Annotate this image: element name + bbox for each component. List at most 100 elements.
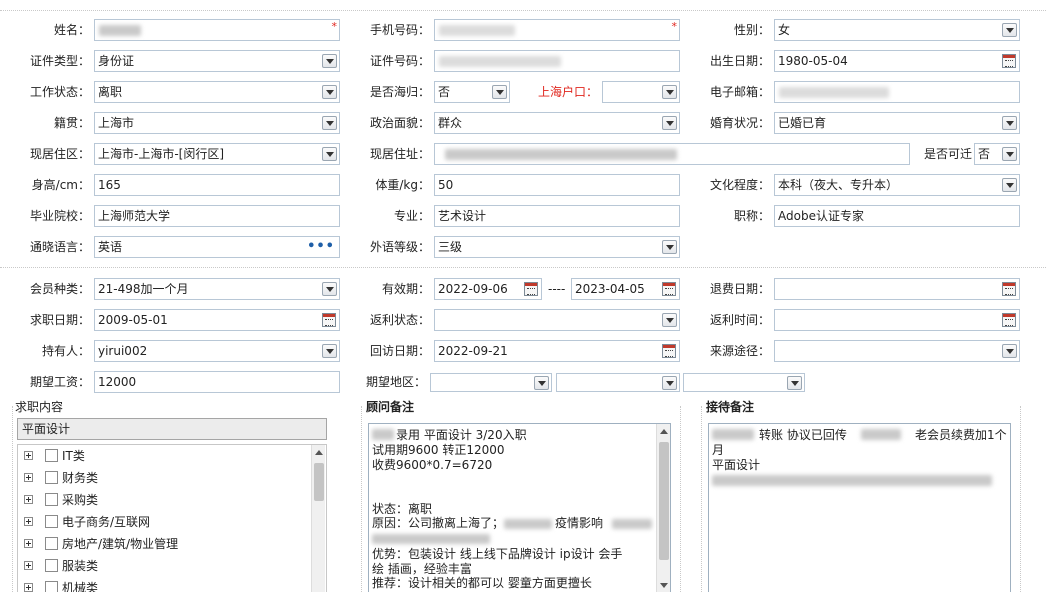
district-select[interactable]: 上海市-上海市-[闵行区] — [94, 143, 340, 165]
education-value: 本科（夜大、专升本） — [778, 178, 899, 192]
address-field[interactable] — [434, 143, 910, 165]
major-value: 艺术设计 — [438, 209, 487, 223]
expand-icon[interactable] — [24, 539, 33, 548]
title-field[interactable]: Adobe认证专家 — [774, 205, 1020, 227]
school-field[interactable]: 上海师范大学 — [94, 205, 340, 227]
rebate-time-label: 返利时间： — [709, 313, 770, 327]
reception-notes-textarea[interactable]: 转账 协议已回传 老会员续费加1个 月 平面设计 — [708, 423, 1011, 592]
checkbox[interactable] — [45, 537, 58, 550]
visit-date-field[interactable]: 2022-09-21 — [434, 340, 680, 362]
advisor-line: 试用期9600 转正12000 — [372, 443, 505, 457]
advisor-line: 推荐：设计相关的都可以 婴童方面更擅长 — [372, 576, 592, 590]
region-district-select[interactable] — [683, 373, 805, 392]
valid-from-field[interactable]: 2022-09-06 — [434, 278, 542, 300]
checkbox[interactable] — [45, 449, 58, 462]
height-field[interactable]: 165 — [94, 174, 340, 196]
id-no-field[interactable] — [434, 50, 680, 72]
relocate-select[interactable]: 否 — [974, 143, 1020, 165]
phone-field[interactable]: * — [434, 19, 680, 41]
dropdown-arrow-icon — [1002, 178, 1017, 192]
member-type-select[interactable]: 21-498加一个月 — [94, 278, 340, 300]
id-type-select[interactable]: 身份证 — [94, 50, 340, 72]
reception-line: 月 — [712, 443, 725, 457]
language-value: 英语 — [98, 240, 123, 254]
tree-item-label: 财务类 — [62, 471, 99, 485]
redacted-text — [372, 534, 490, 544]
expand-icon[interactable] — [24, 561, 33, 570]
political-select[interactable]: 群众 — [434, 112, 680, 134]
language-field[interactable]: 英语 ••• — [94, 236, 340, 258]
major-label: 专业： — [393, 209, 430, 223]
holder-select[interactable]: yirui002 — [94, 340, 340, 362]
panel-border — [701, 406, 702, 592]
redacted-text — [712, 475, 992, 486]
name-label: 姓名： — [53, 23, 90, 37]
email-label: 电子邮箱： — [709, 85, 770, 99]
checkbox[interactable] — [45, 515, 58, 528]
calendar-icon[interactable] — [524, 282, 538, 296]
job-date-label: 求职日期： — [29, 313, 90, 327]
dropdown-arrow-icon — [1002, 116, 1017, 130]
work-status-select[interactable]: 离职 — [94, 81, 340, 103]
advisor-line: 疫情影响 — [555, 516, 604, 530]
advisor-notes-textarea[interactable]: 录用 平面设计 3/20入职 试用期9600 转正12000 收费9600*0.… — [368, 423, 671, 592]
checkbox[interactable] — [45, 581, 58, 592]
calendar-icon[interactable] — [1002, 54, 1016, 68]
gender-value: 女 — [778, 23, 791, 37]
district-value: 上海市-上海市-[闵行区] — [98, 147, 225, 161]
birth-date-field[interactable]: 1980-05-04 — [774, 50, 1020, 72]
tree-item-label: 房地产/建筑/物业管理 — [62, 537, 179, 551]
checkbox[interactable] — [45, 559, 58, 572]
work-status-value: 离职 — [98, 85, 123, 99]
id-no-redacted — [439, 56, 561, 67]
expand-icon[interactable] — [24, 583, 33, 592]
hukou-select[interactable] — [602, 81, 680, 103]
source-select[interactable] — [774, 340, 1020, 362]
checkbox[interactable] — [45, 471, 58, 484]
checkbox[interactable] — [45, 493, 58, 506]
salary-label: 期望工资： — [29, 375, 90, 389]
returnee-select[interactable]: 否 — [434, 81, 510, 103]
refund-date-field[interactable] — [774, 278, 1020, 300]
rebate-time-field[interactable] — [774, 309, 1020, 331]
major-field[interactable]: 艺术设计 — [434, 205, 680, 227]
native-label: 籍贯： — [53, 116, 90, 130]
dropdown-arrow-icon — [1002, 344, 1017, 358]
calendar-icon[interactable] — [1002, 282, 1016, 296]
job-date-field[interactable]: 2009-05-01 — [94, 309, 340, 331]
valid-to-field[interactable]: 2023-04-05 — [571, 278, 680, 300]
job-content-selected[interactable]: 平面设计 — [17, 418, 327, 440]
scroll-up-icon[interactable] — [660, 429, 668, 434]
tree-scrollbar[interactable] — [311, 445, 325, 592]
expand-icon[interactable] — [24, 473, 33, 482]
marital-select[interactable]: 已婚已育 — [774, 112, 1020, 134]
title-label: 职称： — [733, 209, 770, 223]
panel-border — [12, 406, 13, 592]
expand-icon[interactable] — [24, 451, 33, 460]
gender-select[interactable]: 女 — [774, 19, 1020, 41]
scroll-down-icon[interactable] — [660, 583, 668, 588]
scroll-thumb[interactable] — [659, 442, 669, 560]
name-field[interactable]: * — [94, 19, 340, 41]
education-select[interactable]: 本科（夜大、专升本） — [774, 174, 1020, 196]
rebate-status-select[interactable] — [434, 309, 680, 331]
district-label: 现居住区： — [29, 147, 90, 161]
email-field[interactable] — [774, 81, 1020, 103]
expand-icon[interactable] — [24, 495, 33, 504]
expand-icon[interactable] — [24, 517, 33, 526]
region-city-select[interactable] — [556, 373, 680, 392]
weight-field[interactable]: 50 — [434, 174, 680, 196]
scroll-up-icon[interactable] — [315, 450, 323, 455]
notes-scrollbar[interactable] — [656, 424, 670, 592]
foreign-level-label: 外语等级： — [369, 240, 430, 254]
weight-label: 体重/kg： — [375, 178, 430, 192]
salary-field[interactable]: 12000 — [94, 371, 340, 393]
foreign-level-select[interactable]: 三级 — [434, 236, 680, 258]
calendar-icon[interactable] — [1002, 313, 1016, 327]
scroll-thumb[interactable] — [314, 463, 324, 501]
region-province-select[interactable] — [430, 373, 552, 392]
native-select[interactable]: 上海市 — [94, 112, 340, 134]
weight-value: 50 — [438, 178, 454, 192]
valid-separator: ---- — [548, 282, 566, 296]
redacted-text — [504, 519, 552, 529]
